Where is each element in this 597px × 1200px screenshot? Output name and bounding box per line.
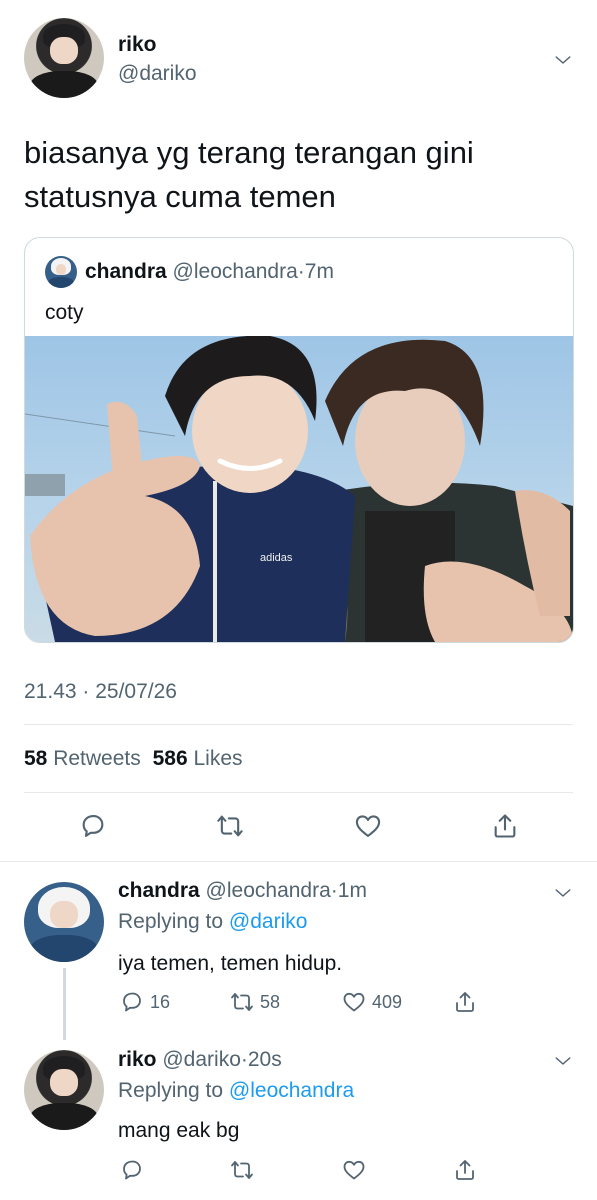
retweet-icon	[217, 815, 243, 837]
likes-label[interactable]: Likes	[193, 747, 242, 770]
like-count: 409	[372, 991, 403, 1012]
tweet-text: biasanya yg terang terangan gini statusn…	[24, 131, 474, 219]
quoted-author-name[interactable]: chandra	[85, 260, 167, 283]
quoted-text: coty	[45, 301, 84, 324]
avatar[interactable]	[24, 1050, 104, 1130]
reply-header: riko @dariko·20s	[118, 1048, 282, 1072]
reply-button[interactable]	[120, 1158, 144, 1187]
separator-dot: ·	[330, 879, 338, 902]
replying-to-link[interactable]: @dariko	[229, 910, 308, 933]
like-button[interactable]	[342, 1158, 366, 1187]
share-button[interactable]	[491, 812, 519, 845]
quoted-time: 7m	[304, 260, 334, 283]
replying-to-link[interactable]: @leochandra	[229, 1079, 354, 1102]
like-icon	[343, 1160, 365, 1180]
reply-author-name[interactable]: riko	[118, 1048, 157, 1071]
thread-line	[63, 968, 66, 1040]
replying-to-prefix: Replying to	[118, 910, 224, 933]
share-icon	[456, 1160, 474, 1180]
photo-illustration: adidas	[25, 335, 573, 642]
reply-header: chandra @leochandra·1m	[118, 879, 367, 903]
likes-count[interactable]: 586	[153, 747, 188, 770]
reply-time: 1m	[337, 879, 367, 902]
avatar[interactable]	[45, 256, 77, 288]
divider	[24, 792, 573, 793]
timestamp[interactable]: 21.43 · 25/07/26	[24, 680, 177, 704]
separator-dot: ·	[297, 260, 305, 283]
reply-text: iya temen, temen hidup.	[118, 952, 343, 975]
replying-to-prefix: Replying to	[118, 1079, 224, 1102]
quoted-tweet[interactable]: chandra @leochandra·7m coty adidas	[24, 237, 574, 643]
reply-button[interactable]: 16	[120, 990, 170, 1014]
tweet-text-line-2: statusnya cuma temen	[24, 179, 336, 214]
chevron-down-icon[interactable]	[554, 1052, 572, 1070]
retweet-button[interactable]	[230, 1158, 254, 1187]
chevron-down-icon[interactable]	[554, 51, 572, 69]
separator-dot: ·	[240, 1048, 248, 1071]
reply-icon	[123, 992, 141, 1012]
reply-text: mang eak bg	[118, 1119, 240, 1142]
retweets-label[interactable]: Retweets	[53, 747, 141, 770]
photo-logo-text: adidas	[260, 552, 293, 564]
chevron-down-icon[interactable]	[554, 884, 572, 902]
author-handle[interactable]: @dariko	[118, 62, 197, 86]
retweets-count[interactable]: 58	[24, 747, 47, 770]
retweet-button[interactable]	[216, 812, 244, 845]
tweet-text-line-1: biasanya yg terang terangan gini	[24, 135, 474, 170]
reply-count: 16	[150, 991, 171, 1012]
share-icon	[456, 992, 474, 1012]
quoted-author-handle[interactable]: @leochandra	[173, 260, 298, 283]
reply-author-name[interactable]: chandra	[118, 879, 200, 902]
replying-to: Replying to @leochandra	[118, 1079, 354, 1103]
like-icon	[355, 815, 381, 837]
retweet-icon	[231, 993, 253, 1011]
avatar[interactable]	[24, 882, 104, 962]
reply-time: 20s	[247, 1048, 282, 1071]
reply-author-handle[interactable]: @dariko	[162, 1048, 241, 1071]
quoted-header: chandra @leochandra·7m	[85, 260, 334, 284]
reply-author-handle[interactable]: @leochandra	[206, 879, 331, 902]
share-button[interactable]	[453, 1158, 477, 1187]
like-button[interactable]	[354, 812, 382, 845]
reply-icon	[123, 1160, 141, 1180]
author-name[interactable]: riko	[118, 33, 157, 57]
like-icon	[343, 992, 365, 1012]
reply-button[interactable]	[79, 812, 107, 845]
reply-icon	[82, 815, 104, 837]
replying-to: Replying to @dariko	[118, 910, 307, 934]
avatar[interactable]	[24, 18, 104, 98]
retweet-icon	[231, 1161, 253, 1179]
share-button[interactable]	[453, 990, 477, 1019]
retweet-button[interactable]: 58	[230, 990, 280, 1014]
engagement-stats: 58 Retweets 586 Likes	[24, 747, 243, 771]
divider	[24, 724, 573, 725]
quoted-photo[interactable]: adidas	[25, 335, 573, 642]
retweet-count: 58	[260, 991, 281, 1012]
like-button[interactable]: 409	[342, 990, 402, 1014]
divider	[0, 861, 597, 862]
share-icon	[494, 814, 516, 838]
